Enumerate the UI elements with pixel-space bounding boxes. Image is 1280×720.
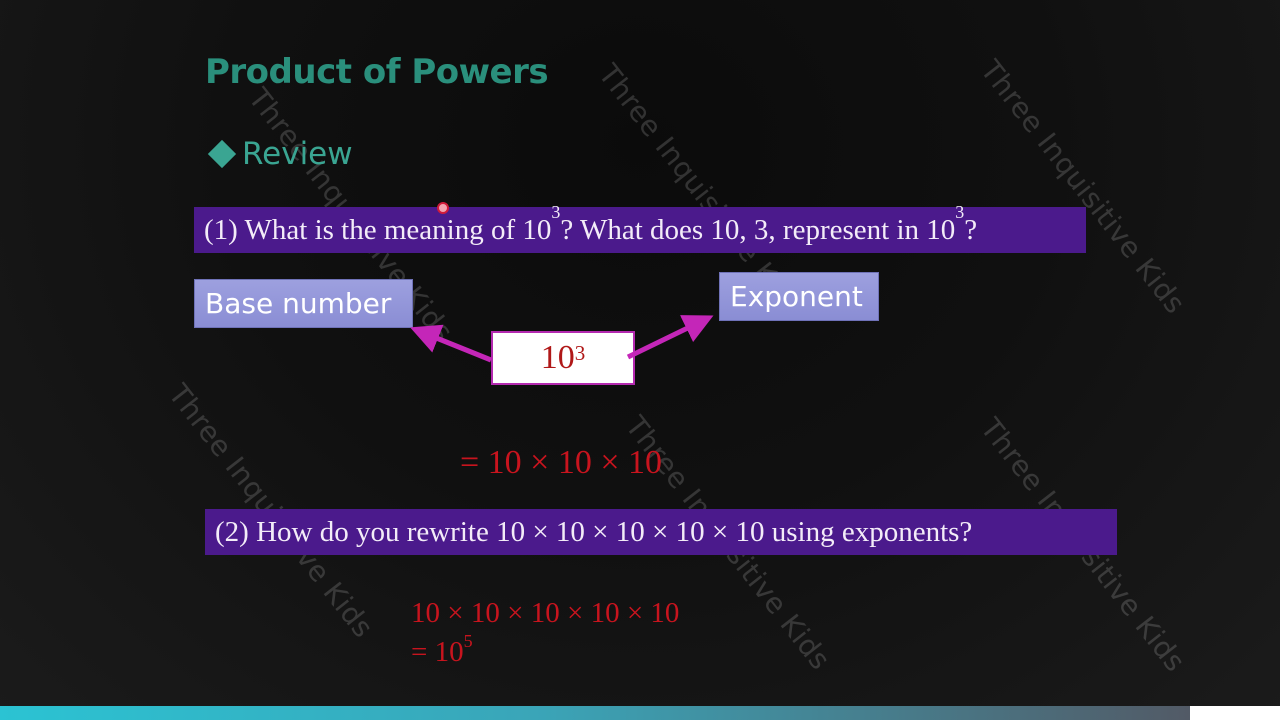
answer-exponent: 5 <box>463 631 473 652</box>
question-2-banner: (2) How do you rewrite 10 × 10 × 10 × 10… <box>205 509 1117 555</box>
question-1-text: ? <box>964 214 978 246</box>
exponent-label: Exponent <box>719 272 879 321</box>
arrow-to-exponent <box>626 315 714 360</box>
diamond-bullet-icon <box>207 139 237 169</box>
watermark: Three Inquisitive Kids <box>973 54 1192 320</box>
question-1-banner: (1) What is the meaning of 103? What doe… <box>194 203 1086 253</box>
answer-exponent-form: = 105 <box>411 632 473 669</box>
answer-product: 10 × 10 × 10 × 10 × 10 <box>411 597 680 629</box>
section-heading: Review <box>207 136 353 172</box>
answer-base: = 10 <box>411 636 464 668</box>
pointer-cursor-icon <box>437 202 449 214</box>
base-number-label: Base number <box>194 279 413 328</box>
video-progress-remaining <box>1190 706 1280 720</box>
power-exponent: 3 <box>574 341 586 366</box>
section-label: Review <box>242 136 353 172</box>
video-progress-bar[interactable] <box>0 706 1280 720</box>
expansion-equation: = 10 × 10 × 10 <box>460 444 663 481</box>
video-progress-played <box>0 706 1191 720</box>
superscript: 3 <box>551 202 561 223</box>
question-1-text: (1) What is the meaning of 10 <box>204 214 552 246</box>
slide-title: Product of Powers <box>205 52 549 92</box>
power-expression-box: 10 3 <box>491 331 635 385</box>
question-1-text: ? What does 10, 3, represent in 10 <box>560 214 956 246</box>
power-base: 10 <box>540 339 575 376</box>
presentation-slide: Three Inquisitive Kids Three Inquisitive… <box>0 0 1280 720</box>
arrow-to-base <box>410 324 492 363</box>
superscript: 3 <box>955 202 965 223</box>
